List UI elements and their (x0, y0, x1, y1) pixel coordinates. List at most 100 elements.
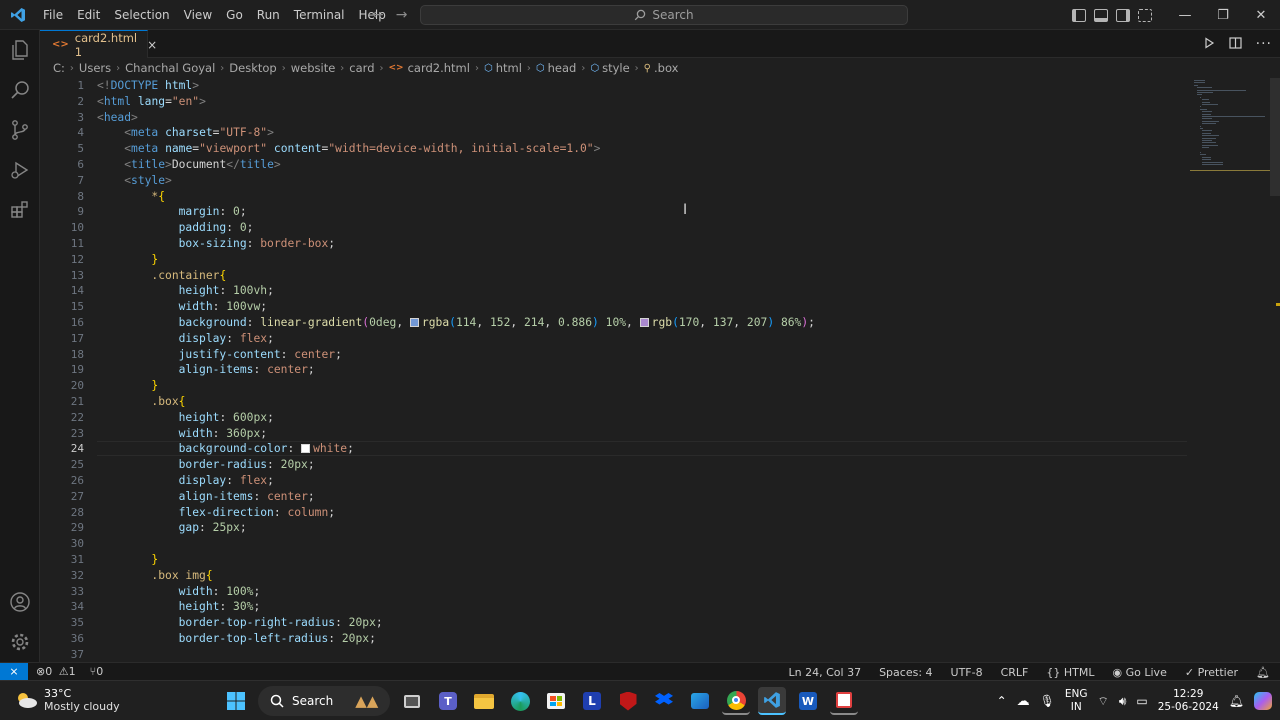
end-of-line[interactable]: CRLF (1001, 666, 1029, 679)
go-live-button[interactable]: ◉ Go Live (1113, 666, 1167, 679)
code-editor[interactable]: 1 2 3 4 5 6 7 8 9 10 11 12 13 14 15 16 17 18 19 20 21 22 23 24 2… (40, 78, 1280, 662)
navigation-arrows: ← → (372, 0, 407, 30)
dropbox-icon[interactable] (650, 687, 678, 715)
manage-gear-icon[interactable] (0, 622, 40, 662)
taskbar-search[interactable]: Search ▲▲ (258, 686, 390, 716)
line-number: 35 (70, 616, 84, 630)
ports-indicator[interactable]: ⑂0 (90, 665, 104, 678)
menu-terminal[interactable]: Terminal (287, 0, 352, 30)
code-line: height: 100vh; (178, 284, 274, 298)
split-editor-icon[interactable] (1229, 36, 1242, 52)
tab-card2-html[interactable]: <> card2.html 1 × (40, 30, 157, 59)
windows-start-icon[interactable] (222, 687, 250, 715)
tab-close-icon[interactable]: × (147, 38, 157, 52)
toggle-primary-sidebar-icon[interactable] (1072, 8, 1086, 22)
microphone-icon[interactable]: 🎙︎ (1040, 694, 1055, 708)
menu-run[interactable]: Run (250, 0, 287, 30)
input-language[interactable]: ENG IN (1065, 688, 1088, 714)
menu-selection[interactable]: Selection (107, 0, 176, 30)
language-mode[interactable]: {} HTML (1046, 666, 1094, 679)
file-encoding[interactable]: UTF-8 (951, 666, 983, 679)
crumb-user[interactable]: Chanchal Goyal (125, 61, 215, 75)
chevron-right-icon: › (526, 62, 531, 74)
run-debug-icon[interactable] (0, 150, 40, 190)
notifications-bell-icon[interactable]: 🔔︎ (1229, 694, 1244, 708)
maximize-button[interactable]: ❐ (1204, 0, 1242, 30)
code-line: justify-content: center; (178, 347, 342, 361)
accounts-icon[interactable] (0, 582, 40, 622)
customize-layout-icon[interactable] (1138, 8, 1152, 22)
more-actions-icon[interactable]: ··· (1256, 36, 1272, 52)
mcafee-icon[interactable] (614, 687, 642, 715)
crumb-desktop[interactable]: Desktop (229, 61, 276, 75)
problems-indicator[interactable]: ⊗0 ⚠1 (36, 665, 76, 678)
crumb-drive[interactable]: C: (53, 61, 65, 75)
menu-bar: File Edit Selection View Go Run Terminal… (36, 0, 393, 30)
crumb-file[interactable]: card2.html (408, 61, 470, 75)
crumb-html[interactable]: html (496, 61, 522, 75)
vscode-taskbar-icon[interactable] (758, 687, 786, 715)
line-number: 2 (77, 94, 84, 108)
command-center-search[interactable]: Search (420, 5, 908, 25)
remote-indicator-icon[interactable]: ⨯ (0, 662, 28, 681)
toggle-panel-icon[interactable] (1094, 8, 1108, 22)
source-control-icon[interactable] (0, 110, 40, 150)
photos-icon[interactable] (686, 687, 714, 715)
minimap-line (1202, 147, 1210, 149)
indentation[interactable]: Spaces: 4 (879, 666, 932, 679)
teams-icon[interactable]: T (434, 687, 462, 715)
microsoft-store-icon[interactable] (542, 687, 570, 715)
task-view-icon[interactable] (398, 687, 426, 715)
crumb-users[interactable]: Users (79, 61, 111, 75)
crumb-website[interactable]: website (291, 61, 336, 75)
editor-tab-bar: <> card2.html 1 × ··· (40, 30, 1280, 59)
code-line: border-radius: 20px; (178, 458, 315, 472)
onedrive-cloud-icon[interactable]: ☁ (1017, 694, 1030, 709)
minimap-line (1196, 87, 1213, 89)
run-file-icon[interactable] (1203, 36, 1215, 52)
menu-file[interactable]: File (36, 0, 70, 30)
menu-edit[interactable]: Edit (70, 0, 107, 30)
app-l-icon[interactable]: L (578, 687, 606, 715)
snipping-tool-icon[interactable] (830, 687, 858, 715)
search-highlight-icon: ▲▲ (355, 692, 379, 710)
chrome-icon[interactable] (722, 687, 750, 715)
vscode-logo-icon (0, 0, 36, 30)
color-swatch[interactable] (409, 317, 419, 327)
minimap-line (1199, 152, 1201, 153)
edge-browser-icon[interactable] (506, 687, 534, 715)
weather-temperature: 33°C (44, 687, 72, 700)
minimize-button[interactable]: — (1166, 0, 1204, 30)
crumb-head[interactable]: head (548, 61, 577, 75)
notifications-bell-icon[interactable]: 🔔︎ (1256, 666, 1270, 679)
crumb-card[interactable]: card (349, 61, 374, 75)
word-icon[interactable]: W (794, 687, 822, 715)
menu-go[interactable]: Go (219, 0, 250, 30)
code-content[interactable]: <!DOCTYPE html> <html lang="en"> <head> … (97, 78, 1187, 662)
wifi-icon[interactable]: ⌔ (1098, 694, 1109, 709)
crumb-style[interactable]: style (602, 61, 630, 75)
vertical-scrollbar[interactable] (1270, 78, 1280, 196)
minimap[interactable] (1190, 78, 1270, 278)
weather-widget[interactable]: 33°C Mostly cloudy (14, 687, 120, 713)
search-view-icon[interactable] (0, 70, 40, 110)
forward-arrow-icon[interactable]: → (396, 7, 408, 23)
cursor-position[interactable]: Ln 24, Col 37 (789, 666, 862, 679)
color-swatch[interactable] (639, 317, 649, 327)
file-explorer-icon[interactable] (470, 687, 498, 715)
show-hidden-icons-chevron-icon[interactable]: ⌃ (997, 694, 1007, 708)
copilot-icon[interactable] (1254, 692, 1272, 710)
close-window-button[interactable]: ✕ (1242, 0, 1280, 30)
explorer-icon[interactable] (0, 30, 40, 70)
battery-icon[interactable]: ▭ (1136, 694, 1147, 708)
extensions-icon[interactable] (0, 190, 40, 230)
toggle-secondary-sidebar-icon[interactable] (1116, 8, 1130, 22)
menu-view[interactable]: View (177, 0, 219, 30)
prettier-status[interactable]: ✓ Prettier (1185, 666, 1238, 679)
clock[interactable]: 12:29 25-06-2024 (1158, 688, 1219, 714)
minimap-line (1202, 116, 1266, 117)
color-swatch[interactable] (301, 444, 311, 454)
back-arrow-icon[interactable]: ← (372, 7, 384, 23)
crumb-box[interactable]: .box (654, 61, 678, 75)
volume-icon[interactable]: 🔊︎ (1119, 694, 1127, 709)
